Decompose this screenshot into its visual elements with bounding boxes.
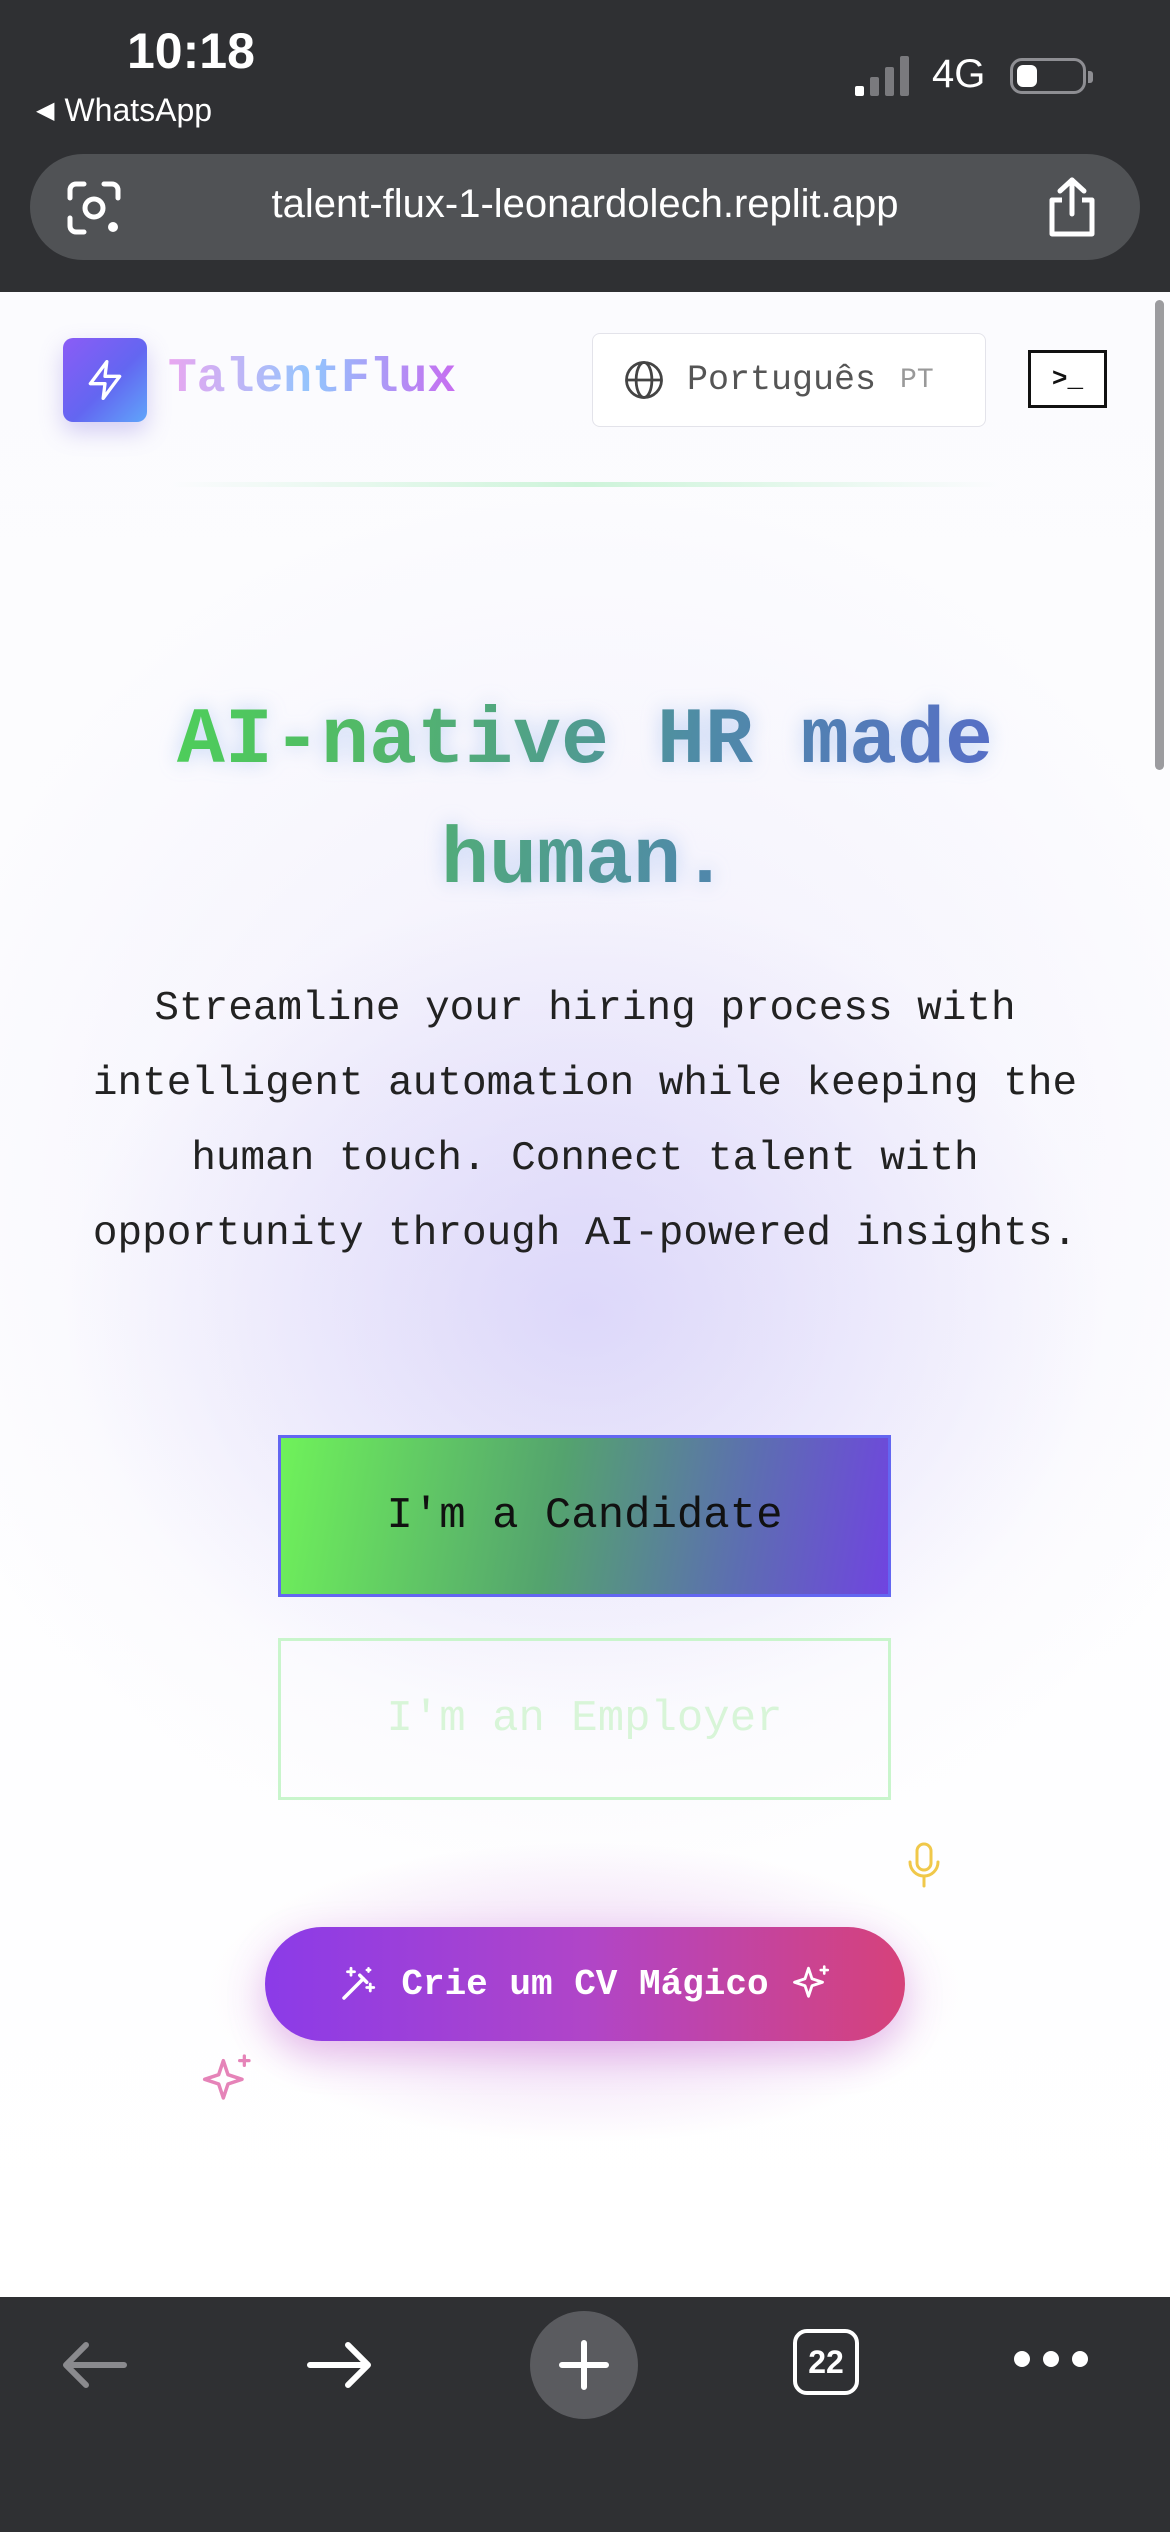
- magic-cv-button[interactable]: Crie um CV Mágico: [265, 1927, 905, 2041]
- tab-switcher-button[interactable]: 22: [793, 2329, 859, 2395]
- status-time: 10:18: [127, 23, 255, 79]
- magic-cv-label: Crie um CV Mágico: [401, 1963, 769, 2005]
- network-type: 4G: [932, 52, 986, 96]
- language-code: PT: [900, 364, 934, 396]
- brand-logo[interactable]: [63, 338, 147, 422]
- back-to-app-link[interactable]: ◀ WhatsApp: [36, 92, 212, 129]
- terminal-button[interactable]: >_: [1028, 350, 1107, 408]
- header-divider: [170, 482, 1000, 487]
- language-label: Português: [687, 360, 877, 400]
- back-arrow-icon[interactable]: [58, 2329, 130, 2401]
- cellular-signal-icon: [855, 56, 909, 96]
- scrollbar[interactable]: [1155, 300, 1164, 770]
- magic-wand-icon: [342, 1966, 376, 2000]
- globe-icon: [625, 361, 663, 399]
- back-triangle-icon: ◀: [36, 97, 55, 124]
- lightning-icon: [88, 360, 122, 400]
- sparkles-icon: [202, 2054, 251, 2100]
- url-bar[interactable]: talent-flux-1-leonardolech.replit.app: [30, 154, 1140, 260]
- hero-title: AI-native HR made human.: [40, 682, 1130, 922]
- sparkles-icon: [792, 1965, 829, 1998]
- forward-arrow-icon[interactable]: [304, 2329, 376, 2401]
- employer-button[interactable]: I'm an Employer: [278, 1638, 891, 1800]
- more-menu-icon[interactable]: [1014, 2347, 1088, 2371]
- browser-top-chrome: 10:18 ◀ WhatsApp 4G talent-flux-1-leonar…: [0, 0, 1170, 292]
- hero-subtitle: Streamline your hiring process with inte…: [92, 986, 1078, 1257]
- browser-bottom-toolbar: 22: [0, 2297, 1170, 2532]
- battery-icon: [1010, 58, 1093, 94]
- new-tab-button[interactable]: [530, 2311, 638, 2419]
- plus-icon: [559, 2340, 609, 2390]
- brand-name[interactable]: TalentFlux: [168, 352, 456, 406]
- language-selector[interactable]: Português PT: [592, 333, 986, 427]
- url-text[interactable]: talent-flux-1-leonardolech.replit.app: [30, 182, 1140, 227]
- back-app-label: WhatsApp: [64, 92, 213, 128]
- web-page: TalentFlux Português PT >_ AI-native HR …: [0, 292, 1170, 2297]
- candidate-button[interactable]: I'm a Candidate: [278, 1435, 891, 1597]
- share-icon[interactable]: [1042, 176, 1102, 238]
